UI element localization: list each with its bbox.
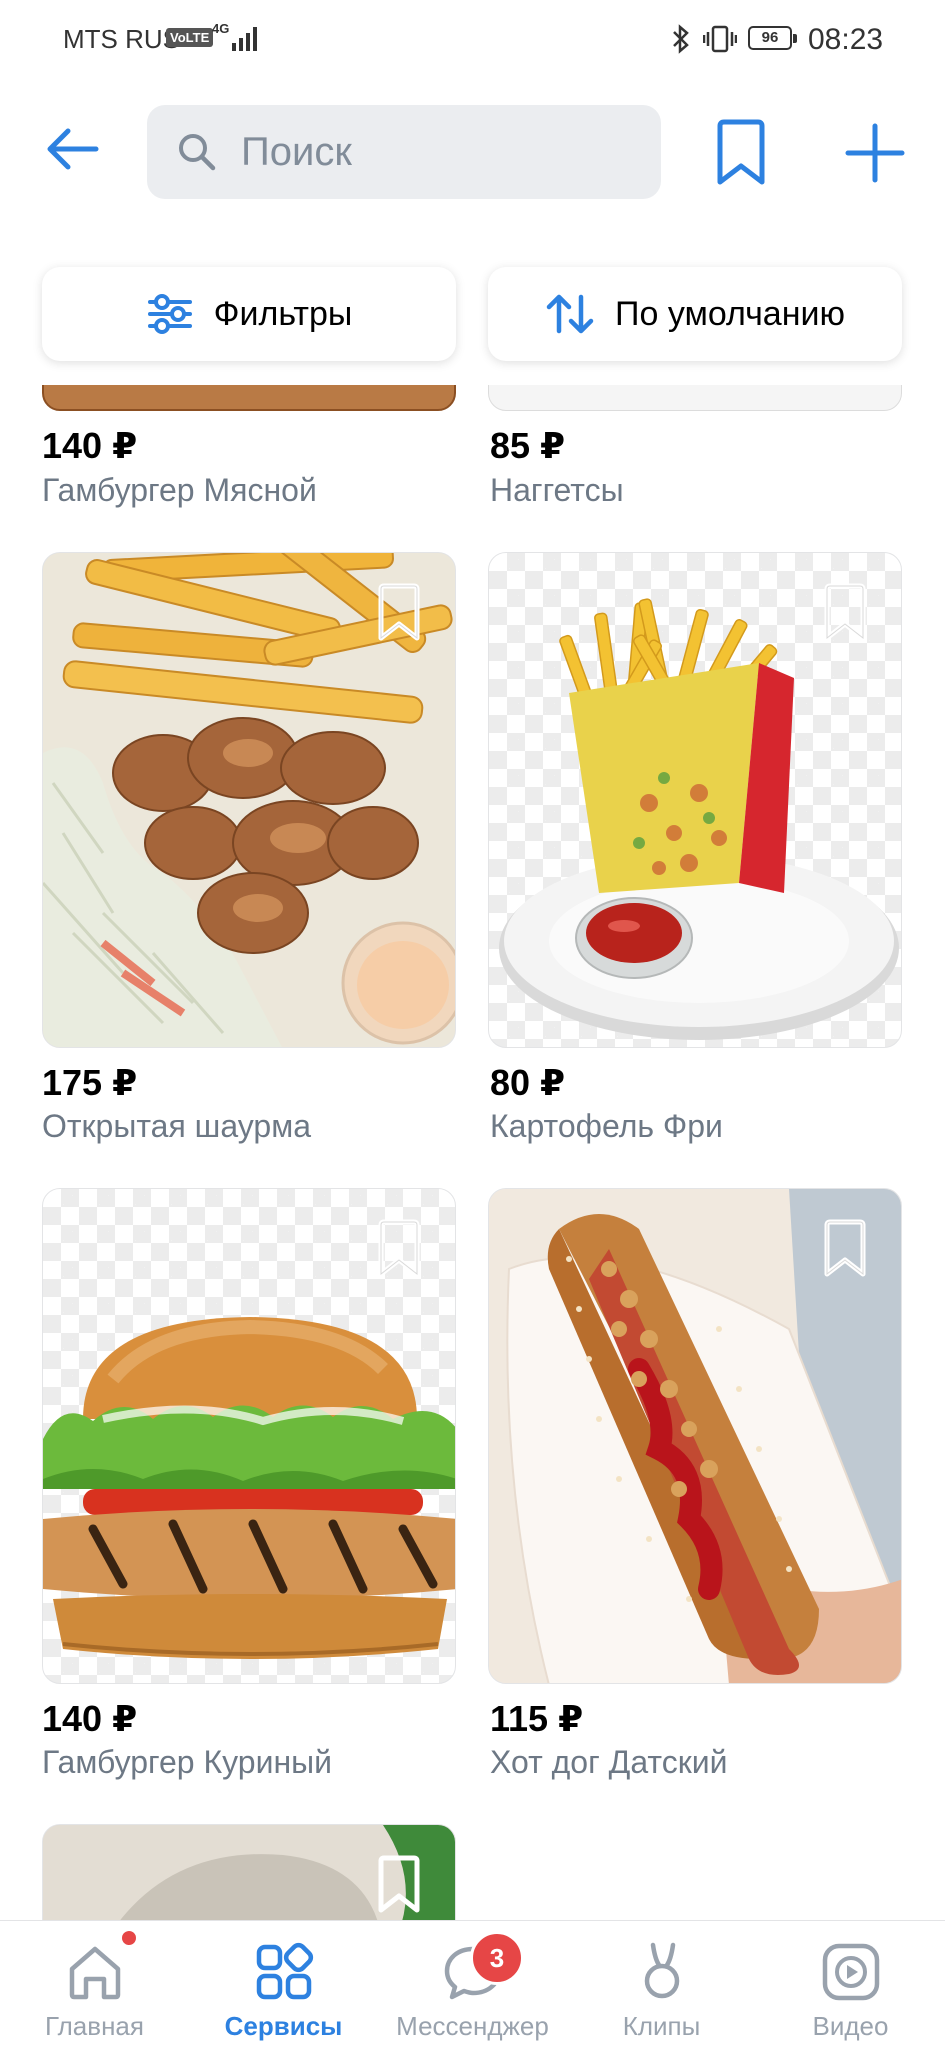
- tab-label: Сервисы: [224, 2011, 343, 2041]
- bookmark-outline-icon[interactable]: [373, 1855, 425, 1915]
- sort-label: По умолчанию: [615, 294, 845, 333]
- clips-icon: [644, 1942, 680, 1999]
- search-icon: [179, 134, 216, 171]
- back-button[interactable]: [42, 118, 104, 180]
- product-image[interactable]: [42, 1188, 456, 1684]
- product-name[interactable]: Картофель Фри: [490, 1108, 723, 1145]
- unread-badge: 3: [470, 1931, 524, 1985]
- notification-dot: [122, 1931, 136, 1945]
- bookmark-outline-icon[interactable]: [373, 1219, 425, 1279]
- product-price: 115 ₽: [490, 1698, 584, 1739]
- services-icon: [256, 1942, 314, 2000]
- tab-label: Клипы: [622, 2011, 701, 2041]
- tab-label: Главная: [45, 2011, 144, 2041]
- search-bar[interactable]: [147, 105, 661, 199]
- product-price: 80 ₽: [490, 1062, 566, 1103]
- video-icon: [822, 1943, 880, 2001]
- clock: 08:23: [808, 23, 884, 56]
- bookmark-outline-icon[interactable]: [819, 1219, 871, 1279]
- tab-home[interactable]: Главная: [0, 1921, 189, 2049]
- sort-arrows-icon: [545, 293, 595, 335]
- product-name[interactable]: Открытая шаурма: [42, 1108, 311, 1145]
- product-image[interactable]: [488, 385, 902, 412]
- sort-button[interactable]: По умолчанию: [488, 267, 902, 361]
- tab-services[interactable]: Сервисы: [189, 1921, 378, 2049]
- battery-indicator: 96: [748, 26, 797, 50]
- product-name[interactable]: Хот дог Датский: [490, 1744, 727, 1781]
- product-price: 140 ₽: [42, 1698, 138, 1739]
- product-price: 140 ₽: [42, 425, 138, 466]
- bookmark-icon: [717, 119, 765, 185]
- product-price: 175 ₽: [42, 1062, 138, 1103]
- vibrate-icon: [703, 25, 737, 53]
- volte-badge: VoLTE: [166, 28, 214, 47]
- product-price: 85 ₽: [490, 425, 566, 466]
- tab-label: Видео: [812, 2011, 889, 2041]
- product-image[interactable]: [42, 385, 456, 412]
- bookmark-outline-icon[interactable]: [819, 583, 871, 643]
- arrow-left-icon: [47, 128, 99, 170]
- carrier-name: MTS RUS: [63, 24, 180, 54]
- plus-icon: [845, 123, 905, 183]
- product-name[interactable]: Гамбургер Мясной: [42, 472, 317, 509]
- bluetooth-icon: [673, 24, 689, 54]
- product-name[interactable]: Наггетсы: [490, 472, 624, 509]
- home-icon: [69, 1946, 121, 2000]
- bottom-navigation: Главная Сервисы 3 Мессенджер Клипы Видео: [0, 1920, 945, 2049]
- network-type: 4G: [212, 21, 230, 36]
- product-image[interactable]: [42, 552, 456, 1048]
- search-input[interactable]: [241, 105, 641, 199]
- bookmarks-button[interactable]: [708, 118, 774, 188]
- product-image[interactable]: [488, 552, 902, 1048]
- bookmark-outline-icon[interactable]: [373, 583, 425, 643]
- tab-clips[interactable]: Клипы: [567, 1921, 756, 2049]
- product-name[interactable]: Гамбургер Куриный: [42, 1744, 332, 1781]
- tab-video[interactable]: Видео: [756, 1921, 945, 2049]
- signal-icon: [232, 27, 257, 51]
- product-image[interactable]: [488, 1188, 902, 1684]
- tab-messenger[interactable]: 3 Мессенджер: [378, 1921, 567, 2049]
- status-bar: MTS RUS VoLTE 4G 96 08:23: [0, 0, 945, 80]
- filters-label: Фильтры: [213, 294, 353, 333]
- sliders-icon: [146, 294, 194, 334]
- add-button[interactable]: [842, 120, 908, 186]
- filters-button[interactable]: Фильтры: [42, 267, 456, 361]
- tab-label: Мессенджер: [396, 2011, 549, 2041]
